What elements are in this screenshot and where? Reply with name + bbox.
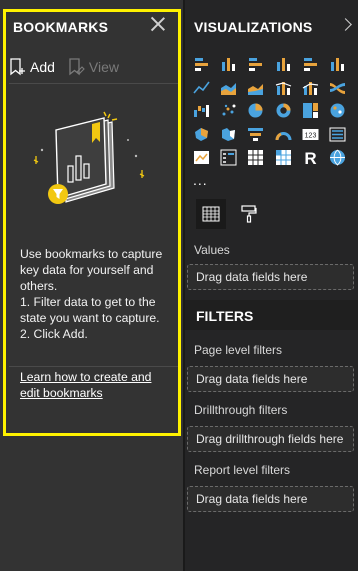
page-filters-label: Page level filters	[194, 343, 283, 357]
close-icon[interactable]	[150, 16, 166, 32]
help-line: Use bookmarks to capture	[20, 247, 163, 261]
paint-roller-icon	[241, 205, 257, 223]
add-bookmark-button[interactable]: Add	[10, 58, 55, 76]
help-line: others.	[20, 279, 58, 293]
drillthrough-filters-label: Drillthrough filters	[194, 403, 288, 417]
stacked-area-chart-icon[interactable]	[247, 79, 264, 96]
globe-icon[interactable]	[329, 149, 346, 166]
clustered-column-chart-icon[interactable]	[275, 55, 292, 72]
learn-link-line: Learn how to create and	[20, 370, 152, 384]
area-chart-icon[interactable]	[220, 79, 237, 96]
toolbar-divider	[9, 83, 181, 84]
100-percent-stacked-column-chart-icon[interactable]	[329, 55, 346, 72]
view-bookmarks-button[interactable]: View	[69, 58, 119, 76]
tab-format[interactable]	[234, 199, 264, 229]
svg-text:R: R	[304, 149, 316, 166]
ribbon-chart-icon[interactable]	[329, 79, 346, 96]
clustered-bar-chart-icon[interactable]	[247, 55, 264, 72]
report-filters-label: Report level filters	[194, 463, 291, 477]
help-line: 2. Click Add.	[20, 327, 88, 341]
fields-icon	[202, 206, 220, 222]
waterfall-chart-icon[interactable]	[193, 102, 210, 119]
values-label: Values	[194, 243, 230, 257]
line-and-stacked-column-chart-icon[interactable]	[275, 79, 292, 96]
matrix-icon[interactable]	[275, 149, 292, 166]
filled-map-icon[interactable]	[193, 126, 210, 143]
add-bookmark-icon	[10, 58, 25, 76]
values-drop-zone[interactable]: Drag data fields here	[187, 264, 354, 290]
pane-tabs	[185, 195, 358, 235]
line-chart-icon[interactable]	[193, 79, 210, 96]
shape-map-icon[interactable]	[220, 126, 237, 143]
line-and-clustered-column-chart-icon[interactable]	[302, 79, 319, 96]
visualizations-title: VISUALIZATIONS	[194, 19, 313, 35]
scatter-chart-icon[interactable]	[220, 102, 237, 119]
view-label: View	[88, 59, 120, 75]
tab-fields[interactable]	[196, 199, 226, 229]
help-line: key data for yourself and	[20, 263, 154, 277]
page-filters-drop-zone[interactable]: Drag data fields here	[187, 366, 354, 392]
bookmarks-pane: BOOKMARKS Add View Use bookmarks to capt…	[0, 0, 183, 571]
funnel-icon[interactable]	[247, 126, 264, 143]
filters-header: FILTERS	[185, 300, 358, 330]
view-bookmark-icon	[69, 58, 85, 76]
help-line: state you want to capture.	[20, 311, 160, 325]
stacked-bar-chart-icon[interactable]	[193, 55, 210, 72]
stacked-column-chart-icon[interactable]	[220, 55, 237, 72]
add-label: Add	[30, 59, 55, 75]
table-icon[interactable]	[247, 149, 264, 166]
help-line: 1. Filter data to get to the	[20, 295, 156, 309]
more-visuals-button[interactable]: ...	[193, 172, 208, 188]
bookmarks-illustration-icon	[33, 111, 145, 204]
learn-bookmarks-link[interactable]: Learn how to create and edit bookmarks	[20, 369, 170, 401]
gauge-icon[interactable]	[275, 126, 292, 143]
help-divider	[9, 366, 181, 367]
multi-row-card-icon[interactable]	[329, 126, 346, 143]
learn-link-line: edit bookmarks	[20, 386, 103, 400]
filters-title: FILTERS	[196, 308, 254, 324]
report-filters-drop-zone[interactable]: Drag data fields here	[187, 486, 354, 512]
kpi-icon[interactable]	[193, 149, 210, 166]
bookmarks-help-text: Use bookmarks to capture key data for yo…	[20, 246, 170, 342]
bookmarks-title: BOOKMARKS	[13, 19, 109, 35]
treemap-icon[interactable]	[302, 102, 319, 119]
map-icon[interactable]	[329, 102, 346, 119]
slicer-icon[interactable]	[220, 149, 237, 166]
card-icon[interactable]: 123	[302, 126, 319, 143]
r-script-visual-icon[interactable]: R	[302, 149, 319, 168]
svg-text:123: 123	[304, 132, 316, 139]
bookmarks-toolbar: Add View	[10, 56, 133, 78]
drillthrough-drop-zone[interactable]: Drag drillthrough fields here	[187, 426, 354, 452]
pie-chart-icon[interactable]	[247, 102, 264, 119]
donut-chart-icon[interactable]	[275, 102, 292, 119]
100-percent-stacked-bar-chart-icon[interactable]	[302, 55, 319, 72]
